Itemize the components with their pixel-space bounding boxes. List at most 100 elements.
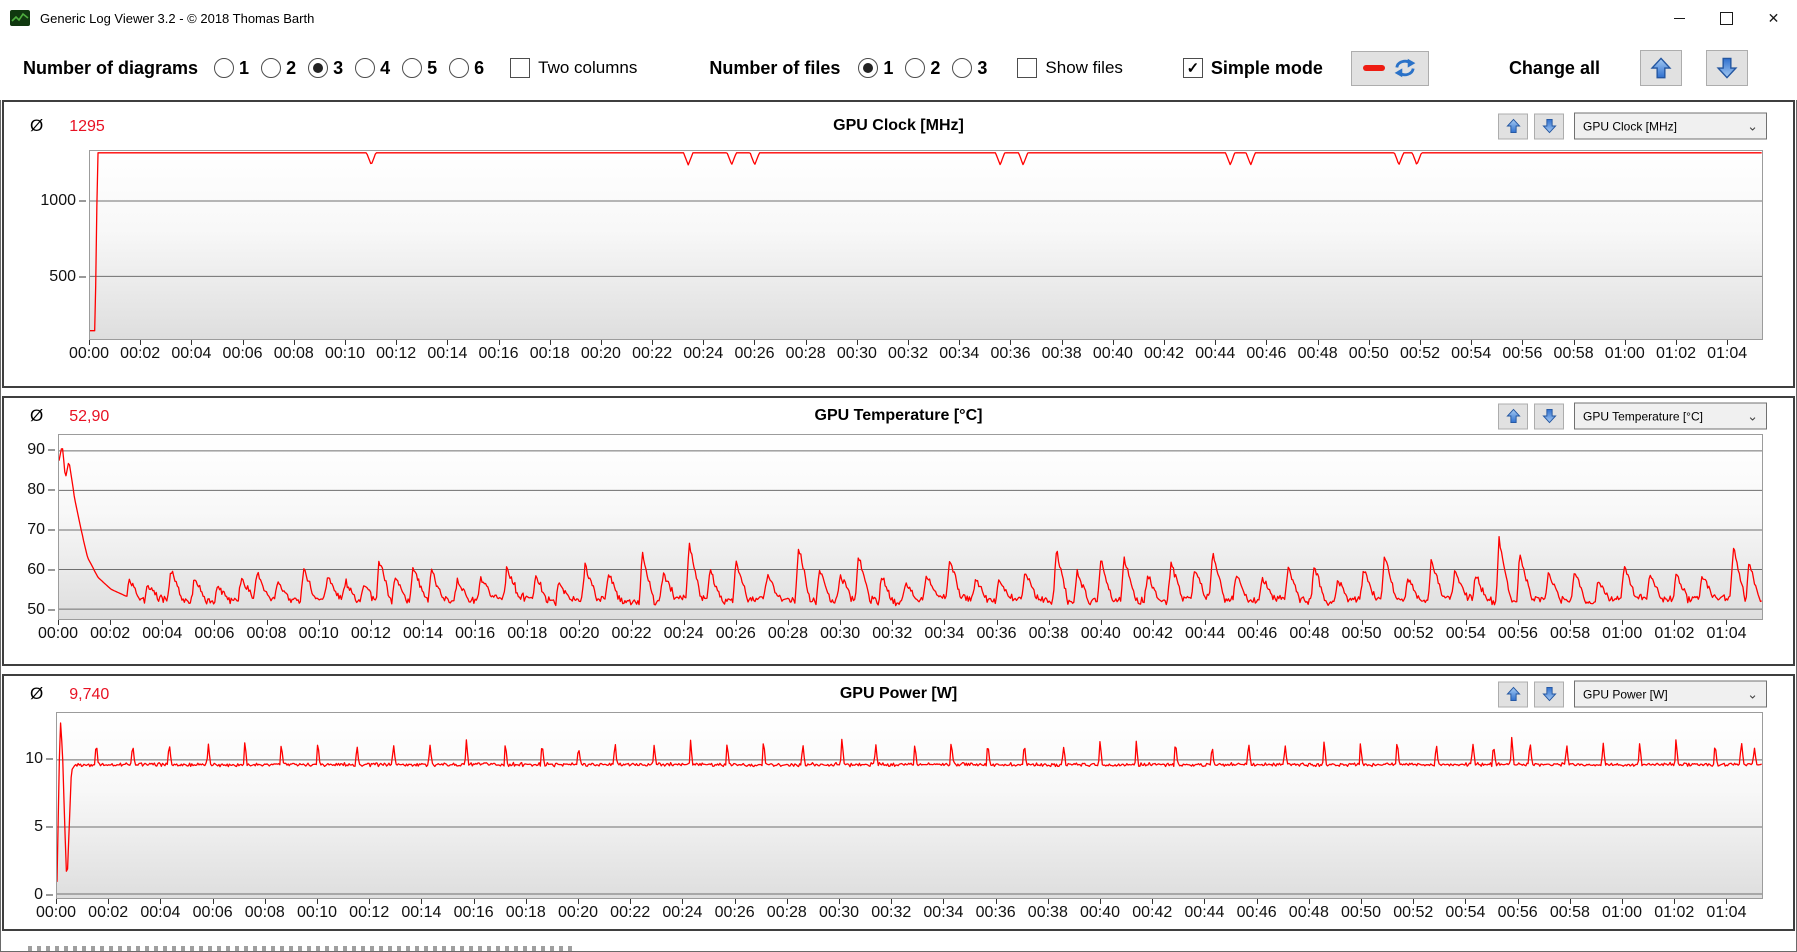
move-chart-down-button[interactable] (1534, 113, 1564, 139)
metric-select-value: GPU Power [W] (1583, 687, 1668, 701)
number-of-diagrams-label: Number of diagrams (23, 57, 199, 78)
y-axis-label: 5 (34, 818, 43, 836)
diagram-count-radio-2[interactable]: 2 (261, 58, 296, 79)
clipped-bottom-row (28, 946, 573, 951)
chevron-down-icon: ⌄ (1747, 118, 1758, 134)
diagram-count-radio-6[interactable]: 6 (449, 58, 484, 79)
close-button[interactable]: ✕ (1750, 0, 1797, 36)
metric-select-dropdown[interactable]: GPU Power [W] ⌄ (1574, 680, 1767, 708)
x-axis-label: 00:56 (1497, 625, 1538, 642)
minimize-button[interactable] (1656, 0, 1703, 36)
x-axis-label: 00:28 (785, 345, 826, 362)
plot-area[interactable] (56, 712, 1763, 899)
simple-mode-checkbox[interactable]: ✓ Simple mode (1182, 58, 1323, 79)
y-axis: 0 5 10 (4, 712, 56, 903)
metric-select-value: GPU Temperature [°C] (1583, 409, 1703, 423)
x-axis: 00:00 00:02 00:04 00:06 00:08 00:10 00:12 00:14… (4, 340, 1793, 370)
x-axis-label: 00:42 (1132, 625, 1173, 642)
plot-right-margin (1763, 150, 1793, 340)
red-line-legend-icon (1362, 65, 1385, 71)
plot-row: 50 60 70 80 90 (4, 434, 1793, 620)
show-files-checkbox[interactable]: Show files (1017, 58, 1123, 78)
x-axis-label: 00:44 (1195, 345, 1236, 362)
arrow-down-icon (1716, 57, 1738, 79)
change-all-down-button[interactable] (1705, 50, 1748, 86)
plot-area[interactable] (89, 150, 1763, 340)
x-axis-label: 00:52 (1399, 345, 1441, 362)
move-chart-up-button[interactable] (1498, 113, 1528, 139)
y-tick-mark (79, 200, 86, 202)
y-axis: 500 1000 (4, 150, 89, 340)
metric-select-dropdown[interactable]: GPU Temperature [°C] ⌄ (1574, 402, 1767, 430)
x-axis-label: 00:50 (1348, 345, 1389, 362)
diagram-count-radio-1[interactable]: 1 (214, 58, 249, 79)
file-count-radio-1[interactable]: 1 (858, 58, 893, 79)
y-tick-mark (46, 758, 53, 760)
move-chart-up-button[interactable] (1498, 681, 1528, 707)
change-all-up-button[interactable] (1639, 50, 1682, 86)
x-axis-label: 00:48 (1288, 904, 1329, 921)
x-axis-label: 00:46 (1237, 625, 1278, 642)
arrow-up-icon (1505, 118, 1521, 134)
checkbox-checked-icon: ✓ (1182, 58, 1203, 78)
arrow-down-icon (1541, 118, 1557, 134)
plot-area[interactable] (58, 434, 1763, 620)
diagram-count-radio-5[interactable]: 5 (402, 58, 437, 79)
x-axis-label: 00:44 (1185, 625, 1226, 642)
x-axis-label: 00:32 (888, 345, 929, 362)
radio-icon (952, 58, 973, 78)
metric-select-dropdown[interactable]: GPU Clock [MHz] ⌄ (1574, 112, 1767, 140)
x-axis-label: 00:22 (611, 625, 652, 642)
move-chart-down-button[interactable] (1534, 681, 1564, 707)
y-tick-mark (46, 826, 53, 828)
x-axis-label: 00:36 (975, 904, 1016, 921)
x-axis-label: 00:38 (1028, 625, 1069, 642)
y-axis-label: 50 (27, 601, 45, 618)
minimize-icon (1674, 17, 1685, 19)
file-count-radio-2[interactable]: 2 (905, 58, 940, 79)
diagram-count-radio-4[interactable]: 4 (355, 58, 390, 79)
diagram-count-radio-3[interactable]: 3 (308, 58, 343, 79)
number-of-files-label: Number of files (709, 57, 841, 78)
y-axis-label: 10 (25, 750, 43, 768)
x-axis-label: 00:00 (37, 625, 79, 642)
move-chart-up-button[interactable] (1498, 403, 1528, 429)
x-axis-label: 00:16 (453, 904, 494, 921)
data-series-line (90, 153, 1762, 331)
x-axis-labels: 00:00 00:02 00:04 00:06 00:08 00:10 00:12 00:14… (36, 899, 1763, 929)
x-axis-label: 00:48 (1289, 625, 1330, 642)
y-axis-label: 70 (27, 521, 45, 538)
y-axis: 50 60 70 80 90 (4, 434, 58, 620)
y-axis-label: 0 (34, 885, 43, 903)
x-axis-label: 00:00 (68, 345, 110, 362)
x-axis-label: 00:22 (610, 904, 651, 921)
file-count-radio-3[interactable]: 3 (952, 58, 987, 79)
y-tick-mark (48, 529, 55, 531)
panel-bottom-padding (4, 370, 1793, 386)
x-axis: 00:00 00:02 00:04 00:06 00:08 00:10 00:12 00:14… (4, 620, 1793, 650)
move-chart-down-button[interactable] (1534, 403, 1564, 429)
chevron-down-icon: ⌄ (1747, 408, 1758, 424)
radio-selected-icon (308, 58, 329, 78)
y-tick-mark (48, 489, 55, 491)
y-axis-label: 1000 (40, 191, 76, 209)
window-controls: ✕ (1656, 0, 1797, 36)
x-axis-label: 00:56 (1497, 904, 1538, 921)
arrow-down-icon (1541, 408, 1557, 424)
two-columns-checkbox[interactable]: Two columns (510, 58, 637, 78)
x-axis-label: 01:00 (1604, 345, 1645, 362)
x-axis-label: 00:14 (401, 904, 442, 921)
x-axis-label: 01:04 (1706, 904, 1747, 921)
x-axis-label: 00:10 (296, 904, 338, 921)
x-axis-label: 00:04 (140, 904, 181, 921)
chart-panel: Ø 1295 GPU Clock [MHz] GPU Clock [MHz] ⌄… (2, 100, 1795, 388)
radio-selected-icon (858, 58, 879, 78)
maximize-button[interactable] (1703, 0, 1750, 36)
x-axis-label: 00:56 (1502, 345, 1543, 362)
x-axis-label: 00:28 (766, 904, 807, 921)
x-axis-label: 00:26 (734, 345, 775, 362)
x-axis-label: 00:04 (171, 345, 212, 362)
x-axis-label: 01:02 (1655, 345, 1696, 362)
x-axis-label: 00:10 (324, 345, 365, 362)
refresh-button[interactable] (1350, 50, 1429, 86)
